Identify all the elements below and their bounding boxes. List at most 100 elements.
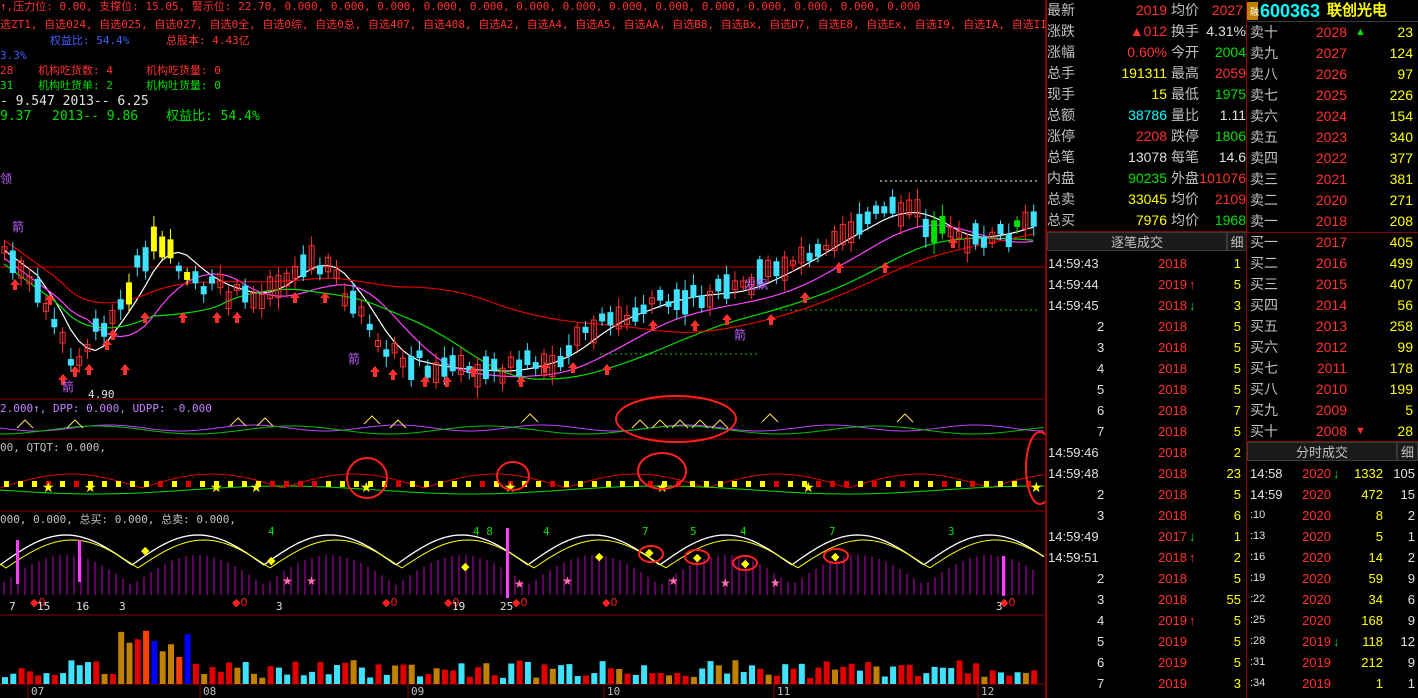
buy-level-label: 买八 (1250, 381, 1278, 397)
quote-label: 均价 (1171, 2, 1199, 18)
candle-body (150, 226, 157, 252)
volume-bar (923, 673, 930, 684)
book-divider (1247, 232, 1418, 233)
minute-price: 2020 (1302, 487, 1331, 502)
volume-bar (533, 677, 540, 684)
ind3-top-6: 4 (740, 525, 747, 538)
candle-body (242, 285, 249, 303)
ind3-mark-2: 15 (37, 600, 51, 613)
buy-level-price[interactable]: 2008 (1287, 421, 1347, 442)
quote-label: 总笔 (1047, 149, 1075, 165)
limit-up-icon: ▲ (1355, 26, 1366, 38)
candle-body (117, 299, 124, 310)
buy-level-price[interactable]: 2010 (1287, 379, 1347, 400)
buy-level-volume: 199 (1389, 381, 1413, 397)
volume-bar (939, 667, 946, 684)
stock-header[interactable]: 融 600363 联创光电 (1247, 0, 1418, 22)
volume-bar (441, 669, 448, 684)
candle-body (599, 313, 606, 322)
quote-label: 每笔 (1171, 149, 1199, 165)
row8-b: 2013-- 9.86 (52, 109, 139, 124)
minute-price: 2020 (1302, 613, 1331, 628)
margin-badge: 融 (1247, 2, 1259, 20)
ind2-bar (32, 481, 37, 487)
sell-level-price[interactable]: 2022 (1287, 148, 1347, 169)
quote-label: 最新 (1047, 2, 1075, 18)
minute-time: :10 (1250, 509, 1266, 521)
ind2-bar (872, 481, 877, 487)
volume-bar (2, 677, 8, 684)
volume-bar (616, 668, 623, 684)
buy-level-price[interactable]: 2012 (1287, 337, 1347, 358)
ind3-top-4: 7 (642, 525, 649, 538)
sell-level-price[interactable]: 2026 (1287, 64, 1347, 85)
quote-value: 7976 (1135, 212, 1167, 228)
tick-price: 2018 (1158, 340, 1187, 355)
volume-bar (649, 673, 656, 684)
buy-signal-icon (84, 364, 94, 375)
minute-price: 2019 (1302, 655, 1331, 670)
volume-bar (632, 674, 639, 684)
quote-label: 总额 (1047, 107, 1075, 123)
buy-level-volume: 178 (1389, 360, 1413, 376)
tick-detail-button[interactable]: 细 (1227, 232, 1247, 251)
indicator1-label: 2.000↑, DPP: 0.000, UDPP: -0.000 (0, 402, 212, 415)
tick-time: 7 (1097, 676, 1105, 691)
tick-volume: 3 (1233, 298, 1241, 313)
stock-code: 600363 (1260, 1, 1321, 21)
candle-body (175, 265, 182, 272)
tick-time: 14:59:51 (1048, 550, 1099, 565)
candle-body (723, 274, 730, 299)
buy-level-price[interactable]: 2014 (1287, 295, 1347, 316)
ind2-bar (564, 481, 569, 487)
buy-signal-icon (442, 376, 452, 387)
sell-level-price[interactable]: 2020 (1287, 190, 1347, 211)
minute-price: 2020 (1302, 529, 1331, 544)
tick-volume: 5 (1233, 424, 1241, 439)
ind1-peak (671, 419, 689, 429)
buy-level-label: 买十 (1250, 423, 1278, 439)
buy-signal-icon (690, 320, 700, 331)
minute-panel-header[interactable]: 分时成交 (1247, 442, 1397, 461)
sell-level-price[interactable]: 2028 (1287, 22, 1347, 43)
sell-level-price[interactable]: 2025 (1287, 85, 1347, 106)
tick-volume: 5 (1233, 634, 1241, 649)
ind3-mark-4: 3 (119, 600, 126, 613)
minute-detail-button[interactable]: 细 (1397, 442, 1418, 461)
sell-level-price[interactable]: 2027 (1287, 43, 1347, 64)
tick-time: 14:59:46 (1048, 445, 1099, 460)
volume-bar (856, 670, 863, 684)
chart-word-1: 领 (0, 172, 13, 186)
kline-chart-area[interactable]: ★ ★ ★ ★ ★ ★ ★ ★ ★ ◆0 ◆0 ◆0 ◆0 ◆0 ◆0 ◆0 ★ ★ ★ ★ ★ ★ ★ ◆ ◆ ◆ ◆ ◆ ◆ ◆ ◆ … (0, 0, 1046, 698)
buy-level-label: 买七 (1250, 360, 1278, 376)
sell-level-price[interactable]: 2024 (1287, 106, 1347, 127)
buy-level-price[interactable]: 2009 (1287, 400, 1347, 421)
tick-panel-header[interactable]: 逐笔成交 (1047, 232, 1227, 251)
volume-bar (848, 663, 855, 684)
sell-level-price[interactable]: 2021 (1287, 169, 1347, 190)
quote-value: 2109 (1214, 191, 1246, 207)
ind1-peak (16, 419, 34, 429)
buy-level-price[interactable]: 2017 (1287, 232, 1347, 253)
volume-bar (823, 661, 830, 684)
minute-volume: 212 (1361, 655, 1383, 670)
buy-level-price[interactable]: 2015 (1287, 274, 1347, 295)
volume-bar (1022, 672, 1029, 684)
buy-level-price[interactable]: 2011 (1287, 358, 1347, 379)
sell-level-price[interactable]: 2023 (1287, 127, 1347, 148)
volume-bar (566, 664, 573, 684)
tick-time: 7 (1097, 424, 1105, 439)
tick-volume: 23 (1226, 466, 1241, 481)
ind2-bar (424, 481, 429, 487)
down-arrow-icon: ↓ (1333, 634, 1340, 649)
buy-level-price[interactable]: 2016 (1287, 253, 1347, 274)
tick-price: 2018 (1158, 445, 1187, 460)
ind1-peak (761, 413, 779, 423)
sell-level-price[interactable]: 2018 (1287, 211, 1347, 232)
candle-body (922, 218, 929, 238)
buy-level-price[interactable]: 2013 (1287, 316, 1347, 337)
chart-word-2: 箭 (12, 220, 25, 234)
kline-chart-canvas[interactable]: ★ ★ ★ ★ ★ ★ ★ ★ ★ ◆0 ◆0 ◆0 ◆0 ◆0 ◆0 ◆0★ ★ ★ ★ ★ ★ ★◆◆ ◆◆ ◆ ◆ ◆◆ (0, 0, 1046, 698)
volume-bar (275, 667, 282, 684)
ind1-peak (363, 415, 381, 425)
